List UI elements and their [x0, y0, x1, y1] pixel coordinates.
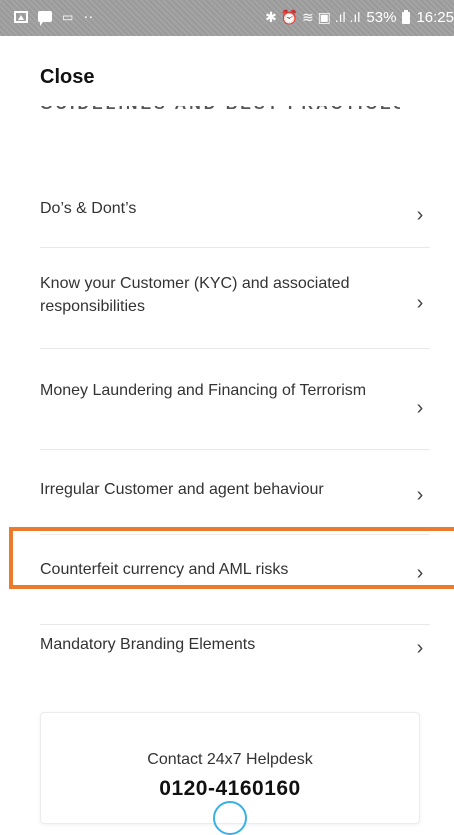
clock-time: 16:25 [416, 9, 454, 26]
selection-highlight [9, 527, 454, 589]
status-dots: ·· [83, 8, 94, 25]
list-item-label: Money Laundering and Financing of Terror… [40, 382, 367, 399]
helpdesk-phone-link[interactable]: 0120-4160160 [41, 777, 419, 801]
list-item-label: Irregular Customer and agent behaviour [40, 481, 324, 498]
status-bar: ▭ ·· ✱ ⏰ ≋ ▣ .ıl .ıl 53% 16:25 [0, 0, 454, 36]
list-item-label: Know your Customer (KYC) and associated … [40, 275, 350, 315]
helpdesk-card: Contact 24x7 Helpdesk 0120-4160160 [40, 712, 420, 835]
status-bar-right: ✱ ⏰ ≋ ▣ .ıl .ıl 53% 16:25 [265, 9, 454, 26]
battery-icon [402, 9, 411, 24]
list-item-dos-donts[interactable]: Do’s & Dont’s › [40, 176, 430, 248]
list-item-label: Mandatory Branding Elements [40, 636, 256, 653]
guidelines-list: Do’s & Dont’s › Know your Customer (KYC)… [40, 176, 430, 705]
list-item-branding-elements[interactable]: Mandatory Branding Elements › [40, 625, 430, 705]
message-icon [38, 11, 52, 26]
section-title-text: GUIDELINES AND BEST PRACTICES [40, 106, 400, 114]
close-button[interactable]: Close [40, 66, 94, 89]
status-bar-left: ▭ ·· [14, 8, 94, 26]
list-item-irregular-behaviour[interactable]: Irregular Customer and agent behaviour › [40, 450, 430, 535]
header: Close [0, 36, 454, 116]
chevron-right-icon: › [416, 292, 424, 314]
list-item-money-laundering[interactable]: Money Laundering and Financing of Terror… [40, 349, 430, 450]
chevron-right-icon: › [416, 637, 424, 659]
chevron-right-icon: › [416, 397, 424, 419]
image-icon [14, 10, 28, 23]
chevron-right-icon: › [416, 204, 424, 226]
battery-percent: 53% [366, 9, 397, 26]
section-title: GUIDELINES AND BEST PRACTICES [40, 106, 400, 126]
chevron-right-icon: › [416, 484, 424, 506]
sim-icon: ▭ [62, 9, 74, 24]
list-item-label: Do’s & Dont’s [40, 200, 137, 217]
status-glyphs: ✱ ⏰ ≋ ▣ .ıl .ıl [265, 9, 361, 25]
list-item-kyc[interactable]: Know your Customer (KYC) and associated … [40, 248, 430, 349]
helpdesk-title: Contact 24x7 Helpdesk [147, 751, 313, 768]
call-icon[interactable] [213, 801, 247, 835]
